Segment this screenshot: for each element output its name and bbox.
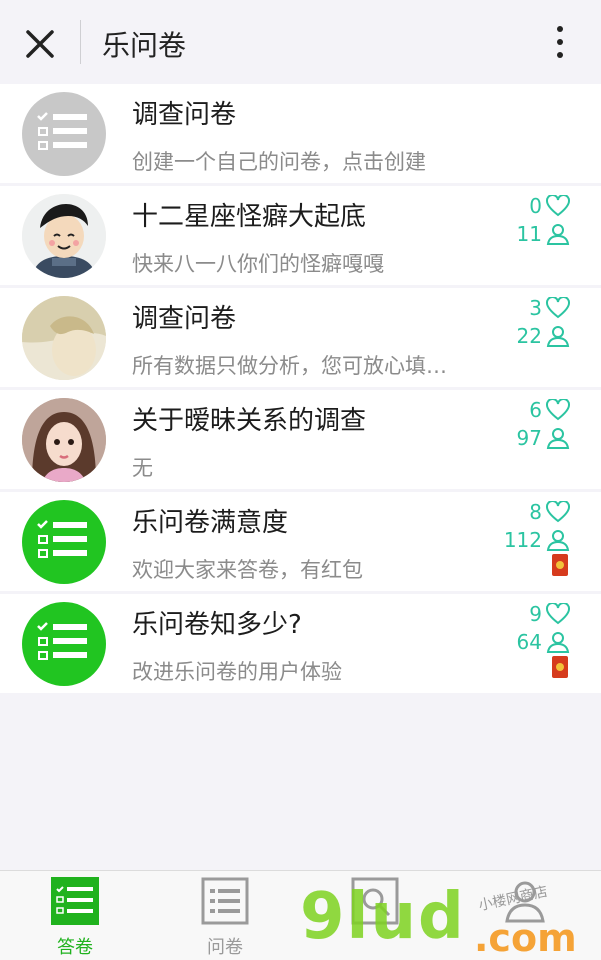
- list-item[interactable]: 调查问卷 所有数据只做分析，您可放心填… 3 22: [0, 288, 601, 387]
- tab-survey[interactable]: 问卷: [180, 877, 270, 958]
- heart-icon: [546, 195, 570, 217]
- tab-answer[interactable]: 答卷: [30, 877, 120, 958]
- list-item[interactable]: 关于暧昧关系的调查 无 6 97: [0, 390, 601, 489]
- red-envelope-icon: [552, 554, 568, 576]
- watermark-suffix: .com: [474, 916, 577, 960]
- survey-subtitle: 欢迎大家来答卷，有红包: [132, 558, 363, 582]
- list-item[interactable]: 十二星座怪癖大起底 快来八一八你们的怪癖嘎嘎 0 11: [0, 186, 601, 285]
- survey-title: 调查问卷: [132, 304, 237, 334]
- heart-icon: [546, 501, 570, 523]
- red-envelope-icon: [552, 656, 568, 678]
- avatar: [22, 296, 106, 380]
- heart-icon: [546, 297, 570, 319]
- like-count-value: 0: [529, 194, 542, 218]
- survey-title: 调查问卷: [132, 100, 237, 130]
- checklist-icon: [51, 877, 99, 925]
- user-count-value: 97: [516, 426, 542, 450]
- person-icon: [546, 530, 570, 551]
- watermark-logo: 9lud: [300, 880, 466, 954]
- survey-subtitle: 快来八一八你们的怪癖嘎嘎: [132, 252, 384, 276]
- like-count: 6: [529, 398, 571, 422]
- person-icon: [546, 224, 570, 245]
- user-count: 11: [517, 222, 571, 246]
- person-icon: [546, 428, 570, 449]
- header-bar: 乐问卷: [0, 0, 601, 84]
- list-item[interactable]: 乐问卷知多少? 改进乐问卷的用户体验 9 64: [0, 594, 601, 693]
- close-icon[interactable]: [20, 24, 60, 64]
- user-count-value: 112: [503, 528, 542, 552]
- survey-subtitle: 改进乐问卷的用户体验: [132, 660, 342, 684]
- avatar: [22, 398, 106, 482]
- like-count-value: 9: [529, 602, 542, 626]
- user-count: 64: [517, 630, 571, 654]
- user-count: 112: [504, 528, 571, 552]
- user-count-value: 22: [516, 324, 542, 348]
- header-divider: [80, 20, 81, 64]
- checklist-icon: [22, 602, 106, 686]
- like-count: 0: [529, 194, 571, 218]
- list-item[interactable]: 调查问卷 创建一个自己的问卷，点击创建: [0, 84, 601, 183]
- avatar: [22, 194, 106, 278]
- survey-title: 关于暧昧关系的调查: [132, 406, 367, 436]
- like-count: 8: [529, 500, 571, 524]
- like-count-value: 6: [529, 398, 542, 422]
- survey-title: 乐问卷满意度: [132, 508, 289, 538]
- survey-subtitle: 无: [132, 456, 153, 480]
- survey-list: 调查问卷 创建一个自己的问卷，点击创建 十二星座怪癖大起底 快来八一八你们的怪癖…: [0, 84, 601, 696]
- user-count: 22: [517, 324, 571, 348]
- user-count-value: 11: [516, 222, 542, 246]
- list-item[interactable]: 乐问卷满意度 欢迎大家来答卷，有红包 8 112: [0, 492, 601, 591]
- survey-title: 乐问卷知多少?: [132, 610, 302, 640]
- survey-subtitle: 创建一个自己的问卷，点击创建: [132, 150, 426, 174]
- like-count: 3: [529, 296, 571, 320]
- user-count-value: 64: [516, 630, 542, 654]
- page-title: 乐问卷: [102, 29, 187, 62]
- like-count-value: 8: [529, 500, 542, 524]
- like-count: 9: [529, 602, 571, 626]
- heart-icon: [546, 399, 570, 421]
- heart-icon: [546, 603, 570, 625]
- user-count: 97: [517, 426, 571, 450]
- tab-label: 问卷: [207, 937, 243, 958]
- like-count-value: 3: [529, 296, 542, 320]
- person-icon: [546, 632, 570, 653]
- survey-subtitle: 所有数据只做分析，您可放心填…: [132, 354, 447, 378]
- survey-title: 十二星座怪癖大起底: [132, 202, 367, 232]
- person-icon: [546, 326, 570, 347]
- checklist-icon: [22, 500, 106, 584]
- tab-label: 答卷: [57, 937, 93, 958]
- document-list-icon: [201, 877, 249, 925]
- more-vertical-icon[interactable]: [548, 20, 572, 64]
- checklist-icon: [22, 92, 106, 176]
